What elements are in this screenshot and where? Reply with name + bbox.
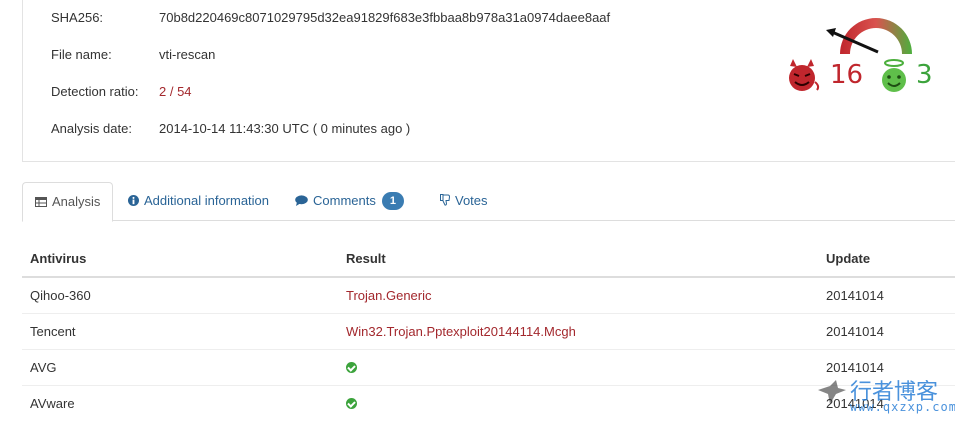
tab-analysis[interactable]: Analysis	[22, 182, 114, 222]
update-date: 20141014	[826, 287, 884, 303]
table-icon	[35, 184, 47, 222]
tab-comments[interactable]: Comments 1	[283, 182, 416, 221]
gauge-arc	[840, 18, 912, 54]
watermark-url: www.qxzxp.com	[850, 400, 955, 414]
comments-count-badge: 1	[381, 192, 404, 210]
detection-result	[338, 348, 818, 385]
tab-analysis-label: Analysis	[52, 194, 101, 209]
tab-votes[interactable]: Votes	[428, 182, 500, 221]
sha256-label: SHA256:	[51, 10, 104, 25]
community-score: 16 3	[784, 58, 944, 96]
gauge-needle-tip	[826, 28, 836, 37]
header-result[interactable]: Result	[338, 240, 818, 278]
community-score-gauge	[826, 18, 912, 54]
bird-logo-icon	[818, 380, 846, 404]
report-tabs: Analysis Additional information Comments…	[22, 182, 955, 222]
file-name-label: File name:	[51, 47, 112, 62]
analysis-date-value: 2014-10-14 11:43:30 UTC ( 0 minutes ago …	[159, 121, 411, 136]
detection-result: Win32.Trojan.Pptexploit20144114.Mcgh	[338, 312, 818, 349]
tab-votes-label: Votes	[455, 193, 488, 208]
angel-face-icon[interactable]	[876, 58, 912, 94]
detection-ratio-label: Detection ratio:	[51, 84, 139, 99]
sha256-value: 70b8d220469c8071029795d32ea91829f683e3fb…	[159, 10, 611, 25]
tab-comments-label: Comments	[313, 193, 376, 208]
detection-result: Trojan.Generic	[346, 287, 432, 303]
tab-additional-information[interactable]: Additional information	[116, 182, 281, 221]
update-date: 20141014	[818, 312, 955, 349]
antivirus-name: Tencent	[22, 312, 338, 349]
detection-ratio-value: 2 / 54	[159, 84, 192, 99]
table-row: Tencent Win32.Trojan.Pptexploit20144114.…	[22, 312, 955, 349]
site-watermark: 行者博客 www.qxzxp.com	[816, 372, 955, 416]
header-update[interactable]: Update	[818, 240, 955, 278]
comment-icon	[295, 183, 308, 221]
detection-result	[338, 384, 818, 421]
header-antivirus[interactable]: Antivirus	[22, 240, 338, 278]
devil-face-icon[interactable]	[784, 58, 820, 94]
table-header-row: Antivirus Result Update	[22, 240, 955, 278]
antivirus-name: Qihoo-360	[30, 287, 91, 303]
check-circle-icon	[346, 361, 357, 373]
antivirus-name: AVware	[22, 384, 338, 421]
malicious-votes-count: 16	[830, 60, 864, 90]
file-name-value: vti-rescan	[159, 47, 216, 62]
info-circle-icon	[128, 183, 139, 221]
tab-additional-information-label: Additional information	[144, 193, 270, 208]
table-row: Qihoo-360 Trojan.Generic 20141014	[22, 277, 955, 313]
antivirus-name: AVG	[22, 348, 338, 385]
harmless-votes-count: 3	[916, 60, 933, 90]
analysis-date-label: Analysis date:	[51, 121, 132, 136]
check-circle-icon	[346, 397, 357, 409]
thumbs-down-icon	[440, 183, 451, 221]
